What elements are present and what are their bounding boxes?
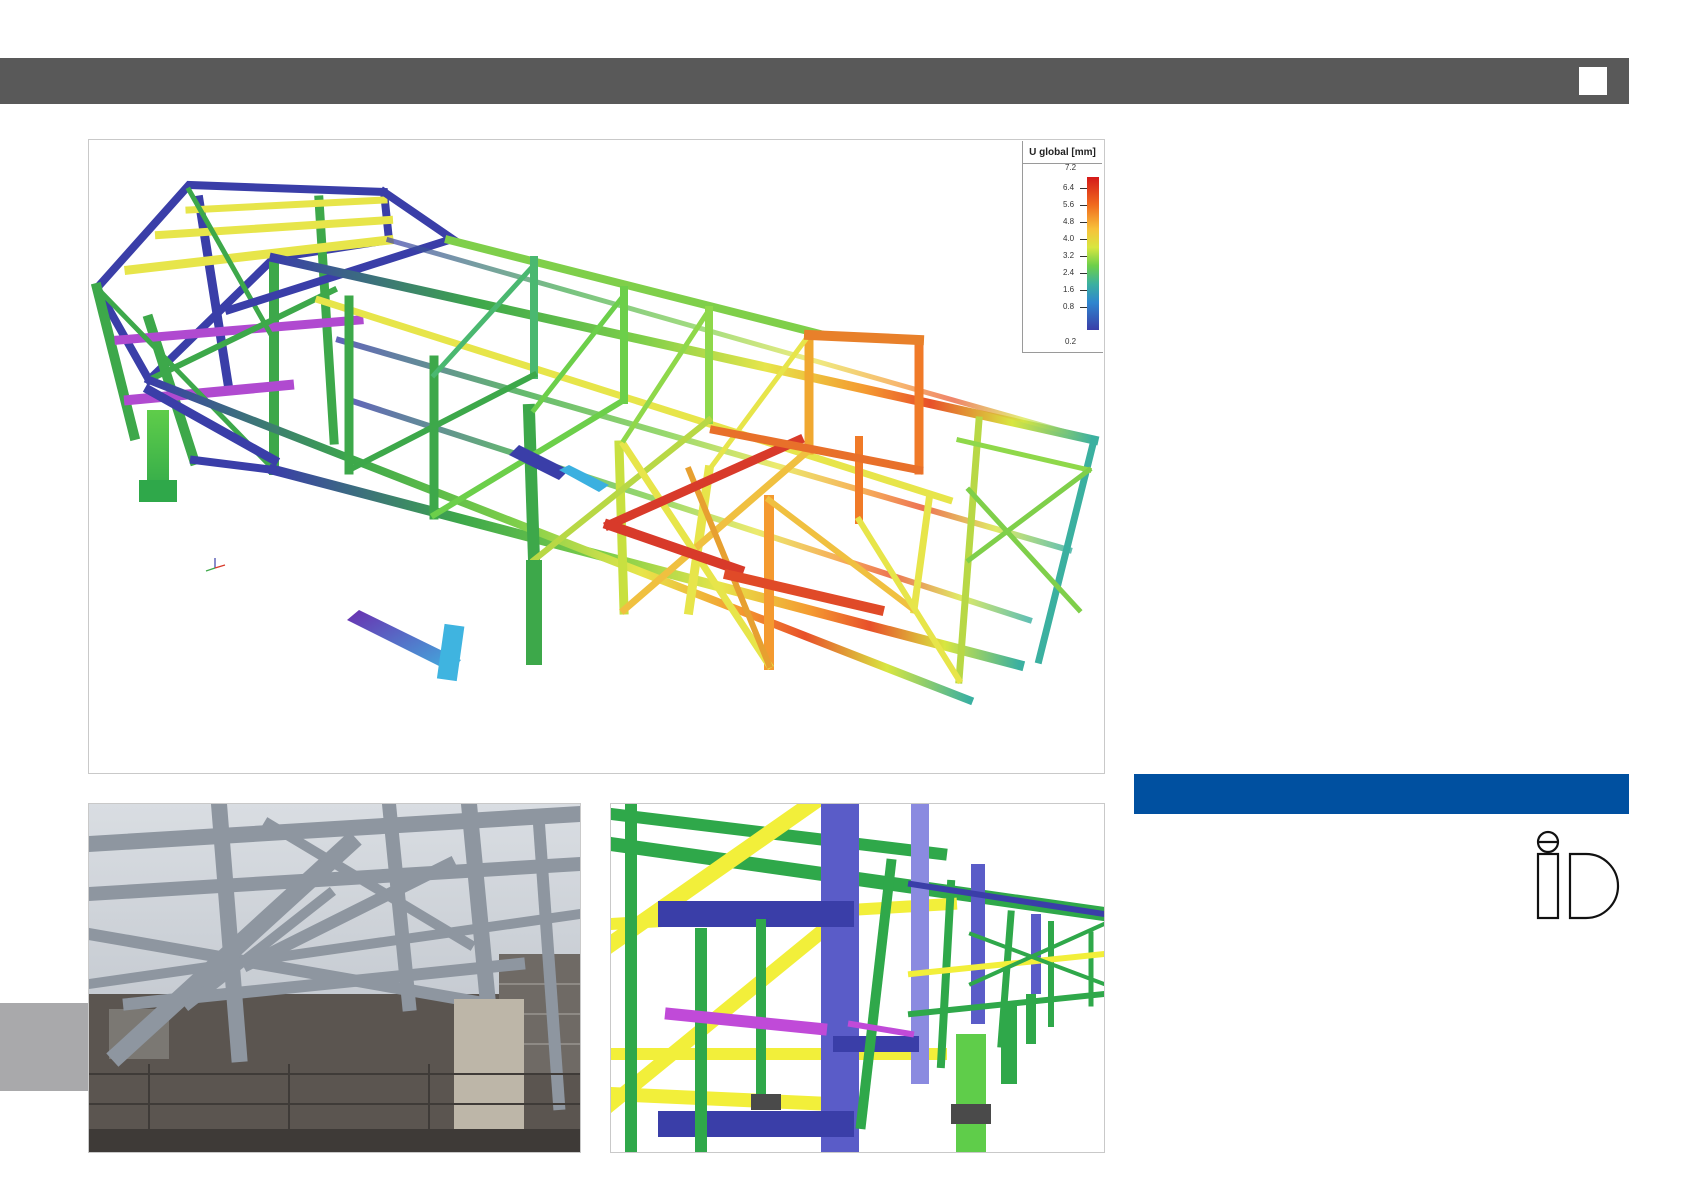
legend-max-label: 7.2 xyxy=(1065,163,1077,172)
legend-tick-label: 0.8 xyxy=(1063,302,1075,311)
center-column xyxy=(526,560,542,665)
legend-tick-label: 6.4 xyxy=(1063,183,1075,192)
axis-triad-icon xyxy=(205,558,226,572)
legend-tick-mark xyxy=(1080,307,1087,308)
structure-model-render xyxy=(611,804,1104,1152)
legend-tick-label: 4.0 xyxy=(1063,234,1075,243)
legend-tick-mark xyxy=(1080,290,1087,291)
legend-tick-label: 4.8 xyxy=(1063,217,1075,226)
legend-color-scale xyxy=(1087,177,1099,330)
id-logo-icon xyxy=(1536,830,1620,920)
legend-tick-mark xyxy=(1080,273,1087,274)
legend-min-label: 0.2 xyxy=(1065,337,1077,346)
legend-tick-mark xyxy=(1080,205,1087,206)
legend-tick-mark xyxy=(1080,256,1087,257)
legend-tick-mark xyxy=(1080,188,1087,189)
legend-tick-mark xyxy=(1080,239,1087,240)
model-render xyxy=(610,803,1105,1153)
construction-photo xyxy=(88,803,581,1153)
page-side-tab xyxy=(0,1003,88,1091)
legend-tick-mark xyxy=(1080,222,1087,223)
legend-tick-label: 3.2 xyxy=(1063,251,1075,260)
steel-frame-photo xyxy=(89,804,580,1152)
legend-tick-label: 5.6 xyxy=(1063,200,1075,209)
section-accent-bar xyxy=(1134,774,1629,814)
id-logo xyxy=(1528,830,1628,925)
header-bar xyxy=(0,58,1629,104)
cantilever-stubs xyxy=(347,445,609,682)
legend-tick-label: 2.4 xyxy=(1063,268,1075,277)
left-support-column xyxy=(139,410,177,502)
legend-title: U global [mm] xyxy=(1023,143,1102,164)
displacement-legend: U global [mm] 7.2 6.4 5.6 4.8 4.0 3.2 2.… xyxy=(1022,141,1103,353)
header-square-icon[interactable] xyxy=(1579,67,1607,95)
fem-displacement-figure: U global [mm] 7.2 6.4 5.6 4.8 4.0 3.2 2.… xyxy=(88,139,1105,774)
structure-displacement-render xyxy=(90,180,1100,706)
legend-tick-label: 1.6 xyxy=(1063,285,1075,294)
